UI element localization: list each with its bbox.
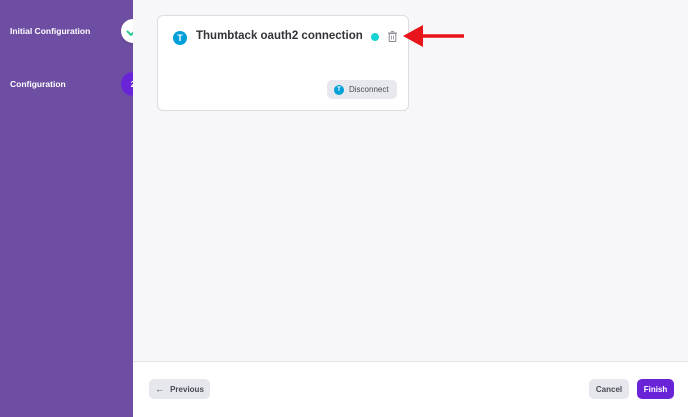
trash-icon[interactable] bbox=[388, 31, 397, 42]
finish-button[interactable]: Finish bbox=[637, 379, 674, 399]
previous-button[interactable]: ← Previous bbox=[149, 379, 210, 399]
step-configuration-label: Configuration bbox=[10, 79, 66, 89]
disconnect-label: Disconnect bbox=[349, 85, 389, 94]
annotation-arrow-icon bbox=[403, 25, 464, 47]
disconnect-button[interactable]: T Disconnect bbox=[327, 80, 397, 99]
wizard-sidebar: Initial Configuration Configuration 2 bbox=[0, 0, 145, 417]
previous-label: Previous bbox=[170, 384, 204, 394]
thumbtack-logo-icon: T bbox=[334, 84, 344, 95]
step-initial-configuration-label: Initial Configuration bbox=[10, 26, 91, 36]
connection-card: T Thumbtack oauth2 connection T Disconne… bbox=[157, 15, 409, 111]
arrow-left-icon: ← bbox=[155, 384, 165, 394]
connection-status-indicator bbox=[371, 33, 379, 41]
cancel-button[interactable]: Cancel bbox=[589, 379, 629, 399]
thumbtack-logo-icon: T bbox=[173, 31, 187, 45]
connection-title: Thumbtack oauth2 connection bbox=[196, 30, 363, 42]
